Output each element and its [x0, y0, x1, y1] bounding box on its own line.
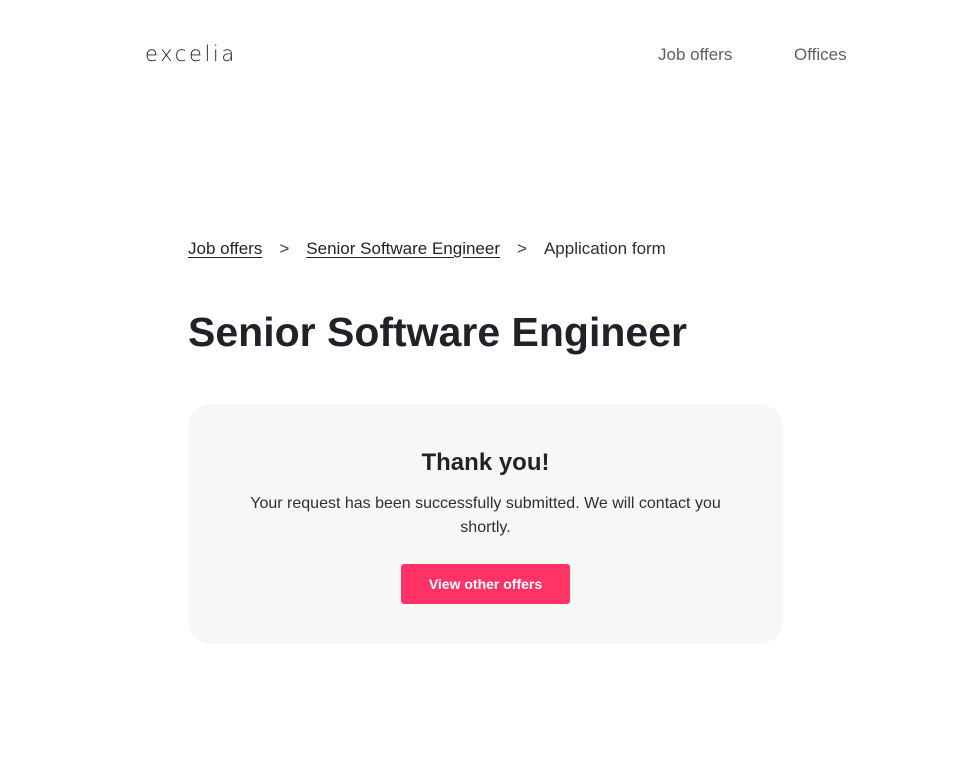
breadcrumb-separator: >: [517, 239, 527, 258]
breadcrumb-separator: >: [279, 239, 290, 258]
breadcrumb-current-page: Application form: [543, 239, 666, 258]
confirmation-heading: Thank you!: [421, 449, 550, 476]
excelia-logo[interactable]: excelia: [145, 40, 237, 68]
nav-link-offices[interactable]: Offices: [794, 44, 847, 66]
breadcrumb: Job offers > Senior Software Engineer > …: [188, 237, 666, 261]
site-header: excelia Job offers Offices: [0, 0, 954, 110]
confirmation-card: Thank you! Your request has been success…: [188, 404, 783, 644]
breadcrumb-job-offers[interactable]: Job offers: [188, 238, 262, 260]
nav-link-job-offers[interactable]: Job offers: [658, 44, 732, 66]
page-title: Senior Software Engineer: [188, 309, 687, 355]
view-other-offers-button[interactable]: View other offers: [401, 564, 570, 604]
breadcrumb-job-title[interactable]: Senior Software Engineer: [306, 238, 500, 260]
confirmation-message: Your request has been successfully submi…: [250, 495, 721, 536]
